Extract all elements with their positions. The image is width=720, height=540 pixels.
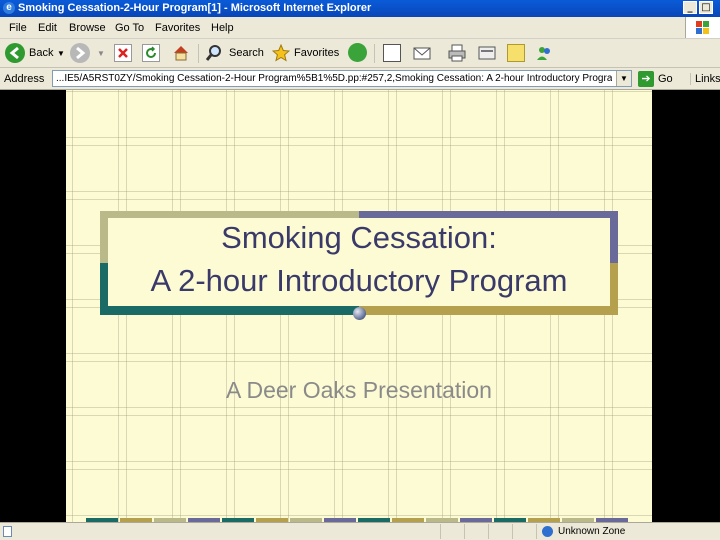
refresh-icon[interactable] — [142, 44, 160, 62]
status-pane — [464, 524, 488, 539]
go-button[interactable]: Go — [658, 73, 673, 85]
forward-arrow-icon[interactable] — [70, 43, 90, 63]
window-title: Smoking Cessation-2-Hour Program[1] - Mi… — [18, 2, 372, 14]
toolbar-separator — [374, 44, 375, 63]
back-arrow-icon[interactable] — [5, 43, 25, 63]
slide-subtitle: A Deer Oaks Presentation — [226, 377, 492, 403]
page-icon — [3, 526, 12, 537]
title-bar: e Smoking Cessation-2-Hour Program[1] - … — [0, 0, 720, 17]
windows-flag-icon — [685, 17, 720, 38]
mail-icon[interactable] — [413, 44, 431, 62]
menu-help[interactable]: Help — [211, 22, 234, 34]
ie-logo-icon: e — [3, 2, 15, 14]
stop-icon[interactable] — [114, 44, 132, 62]
back-button[interactable]: Back — [29, 47, 53, 59]
address-dropdown-icon[interactable]: ▼ — [616, 71, 631, 86]
minimize-button[interactable]: _ — [683, 1, 697, 14]
history-icon[interactable] — [383, 44, 401, 62]
links-button[interactable]: Links — [690, 73, 720, 85]
menu-browse[interactable]: Browse — [69, 22, 106, 34]
status-bar: Unknown Zone — [0, 522, 720, 540]
menu-file[interactable]: File — [9, 22, 27, 34]
print-icon[interactable] — [448, 44, 466, 62]
slide-title-line-2: A 2-hour Introductory Program — [150, 263, 568, 298]
content-viewport: Smoking Cessation: A 2-hour Introductory… — [0, 90, 720, 522]
edit-icon[interactable] — [478, 44, 496, 62]
maximize-button[interactable]: □ — [699, 1, 713, 14]
status-pane — [512, 524, 536, 539]
menu-go-to[interactable]: Go To — [115, 22, 144, 34]
status-pane — [440, 524, 464, 539]
slide-title-line-1: Smoking Cessation: — [221, 220, 497, 255]
messenger-icon[interactable] — [535, 44, 553, 62]
media-icon[interactable] — [348, 43, 367, 62]
zone-label: Unknown Zone — [558, 526, 626, 537]
favorites-button[interactable]: Favorites — [294, 47, 339, 59]
menu-edit[interactable]: Edit — [38, 22, 57, 34]
address-bar: Address ...IE5/A5RST0ZY/Smoking Cessatio… — [0, 68, 720, 90]
slide: Smoking Cessation: A 2-hour Introductory… — [66, 90, 652, 522]
search-icon[interactable] — [205, 44, 223, 62]
toolbar: Back ▼ ▼ Search Favorites — [0, 39, 720, 68]
discuss-icon[interactable] — [507, 44, 525, 62]
title-box: Smoking Cessation: A 2-hour Introductory… — [108, 218, 610, 306]
menu-favorites[interactable]: Favorites — [155, 22, 200, 34]
menu-bar: File Edit Browse Go To Favorites Help — [0, 17, 720, 39]
orb-decoration — [353, 307, 366, 320]
globe-icon — [542, 526, 553, 537]
back-dropdown-icon[interactable]: ▼ — [57, 49, 65, 58]
home-icon[interactable] — [172, 44, 190, 62]
go-arrow-icon[interactable]: ➔ — [638, 71, 654, 87]
address-input[interactable]: ...IE5/A5RST0ZY/Smoking Cessation-2-Hour… — [52, 70, 632, 87]
favorites-star-icon[interactable] — [271, 43, 291, 62]
toolbar-separator — [198, 44, 199, 63]
forward-dropdown-icon[interactable]: ▼ — [97, 49, 105, 58]
search-button[interactable]: Search — [229, 47, 264, 59]
address-label: Address — [4, 73, 45, 85]
address-url[interactable]: ...IE5/A5RST0ZY/Smoking Cessation-2-Hour… — [56, 73, 612, 84]
status-pane — [488, 524, 512, 539]
